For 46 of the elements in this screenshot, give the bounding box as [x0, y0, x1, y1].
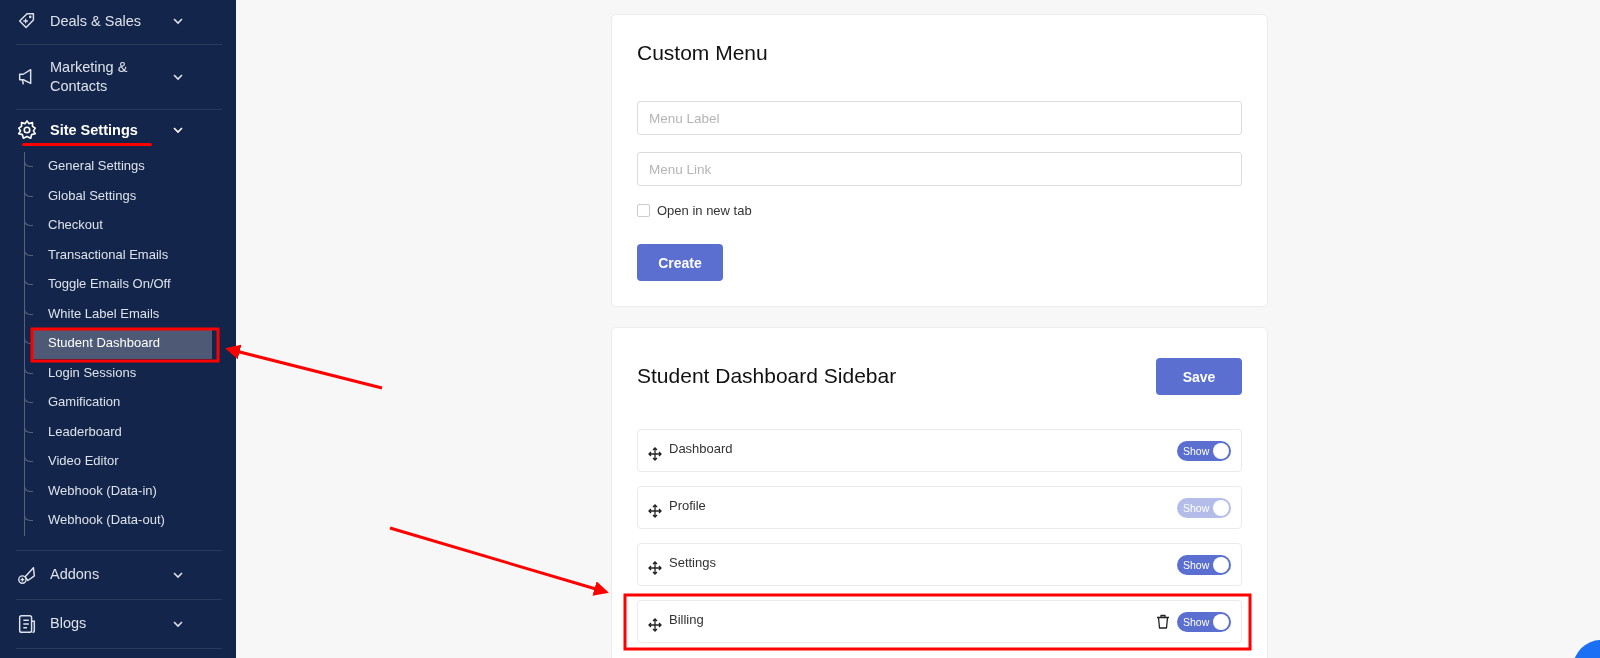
toggle-switch[interactable]: Show	[1177, 611, 1231, 632]
toggle-switch[interactable]: Show	[1177, 554, 1231, 575]
sidebar-section[interactable]: Addons	[16, 550, 222, 599]
sidebar-item[interactable]: Login Sessions	[33, 358, 212, 388]
sidebar-item[interactable]: White Label Emails	[33, 299, 212, 329]
menu-item-label: Settings	[669, 555, 717, 570]
sidebar-item[interactable]: Webhook (Data-in)	[33, 476, 212, 506]
document-icon	[16, 612, 38, 635]
chevron-down-icon	[172, 15, 184, 27]
move-icon[interactable]	[648, 446, 662, 461]
chevron-down-icon	[172, 71, 184, 83]
menu-item-label: Dashboard	[669, 441, 734, 456]
sidebar-item[interactable]: General Settings	[33, 152, 212, 182]
menu-item-label: Profile	[669, 498, 707, 513]
move-icon[interactable]	[648, 503, 662, 518]
gear-icon	[16, 119, 38, 141]
create-button[interactable]: Create	[637, 244, 723, 281]
sidebar-section[interactable]: Site Settings	[16, 110, 222, 150]
sidebar-section[interactable]: Deals & Sales	[16, 0, 222, 44]
trash-icon[interactable]	[1156, 614, 1170, 629]
sidebar-item[interactable]: Transactional Emails	[33, 240, 212, 270]
checkbox[interactable]	[637, 204, 650, 217]
sidebar-item[interactable]: Video Editor	[33, 447, 212, 477]
move-icon[interactable]	[648, 560, 662, 575]
save-button[interactable]: Save	[1156, 358, 1242, 395]
move-icon[interactable]	[648, 617, 662, 632]
sidebar-section[interactable]: Blogs	[16, 599, 222, 648]
sidebar-item[interactable]: Global Settings	[33, 181, 212, 211]
sidebar-item[interactable]: Webhook (Data-out)	[33, 506, 212, 536]
checkbox-label: Open in new tab	[657, 203, 752, 218]
chevron-down-icon	[172, 124, 184, 136]
sidebar-item[interactable]: Checkout	[33, 211, 212, 241]
menu-item-row[interactable]: Dashboard Show	[637, 429, 1242, 472]
sidebar-item[interactable]: Student Dashboard	[33, 329, 212, 359]
text-field[interactable]: Menu Label	[637, 101, 1242, 135]
menu-item-row[interactable]: Settings Show	[637, 543, 1242, 586]
toggle-switch[interactable]: Show	[1177, 440, 1231, 461]
sidebar-item[interactable]: Toggle Emails On/Off	[33, 270, 212, 300]
sidebar-item[interactable]: Leaderboard	[33, 417, 212, 447]
card-title: Custom Menu	[637, 41, 769, 65]
card-title: Student Dashboard Sidebar	[637, 364, 897, 388]
menu-item-label: Billing	[669, 612, 705, 627]
sidebar-section[interactable]: Marketing & Contacts	[16, 45, 222, 109]
text-field[interactable]: Menu Link	[637, 152, 1242, 186]
sidebar-item[interactable]: Gamification	[33, 388, 212, 418]
menu-item-row[interactable]: Billing Show	[637, 600, 1242, 643]
